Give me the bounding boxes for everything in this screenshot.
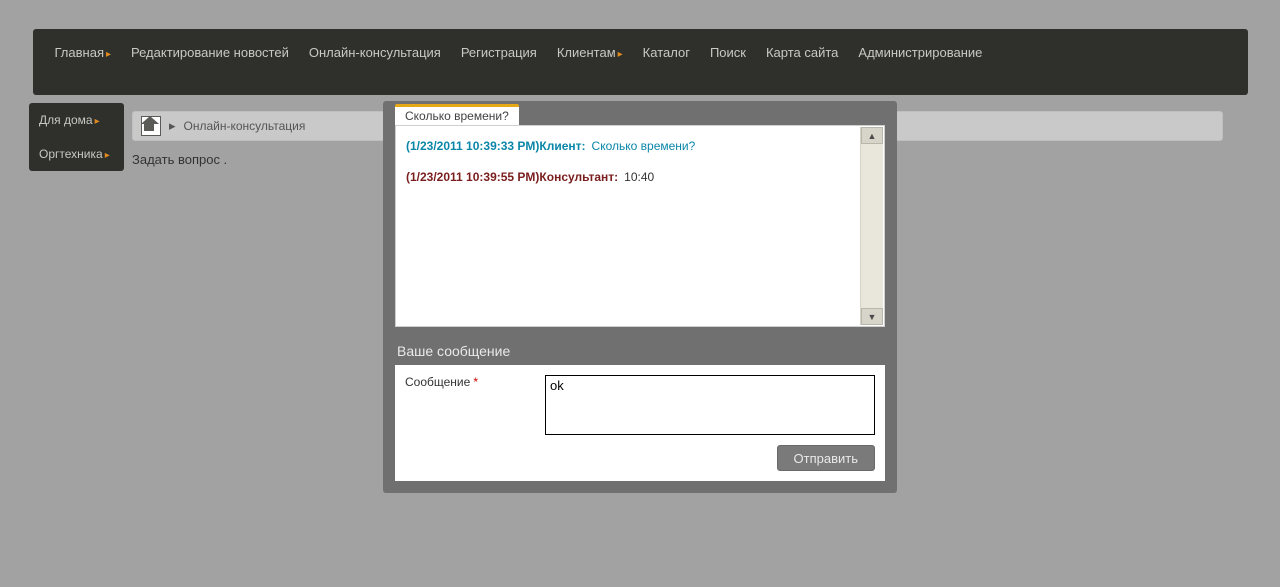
sidebar-item-office-tech[interactable]: Оргтехника▸ xyxy=(29,137,124,171)
sidebar-item-home-goods[interactable]: Для дома▸ xyxy=(29,103,124,137)
nav-edit-news[interactable]: Редактирование новостей xyxy=(121,45,299,60)
message-input[interactable] xyxy=(545,375,875,435)
chevron-right-icon: ▸ xyxy=(169,118,176,134)
message-label: Сообщение* xyxy=(405,375,545,389)
home-icon[interactable] xyxy=(141,116,161,136)
message-text: 10:40 xyxy=(624,170,654,184)
sidebar: Для дома▸ Оргтехника▸ xyxy=(29,103,124,171)
chevron-right-icon: ▸ xyxy=(105,150,110,161)
chat-message: (1/23/2011 10:39:33 PM)Клиент: Сколько вр… xyxy=(406,138,850,155)
message-author: Консультант: xyxy=(539,170,618,184)
required-mark: * xyxy=(473,375,478,389)
message-text: Сколько времени? xyxy=(592,139,696,153)
nav-label: Администрирование xyxy=(858,45,982,60)
chat-history: (1/23/2011 10:39:33 PM)Клиент: Сколько вр… xyxy=(395,125,885,327)
message-author: Клиент: xyxy=(539,139,585,153)
chat-modal: Сколько времени? (1/23/2011 10:39:33 PM)… xyxy=(383,101,897,493)
top-nav: Главная▸ Редактирование новостей Онлайн-… xyxy=(33,29,1248,95)
scrollbar[interactable]: ▲ ▼ xyxy=(860,127,883,325)
nav-label: Поиск xyxy=(710,45,746,60)
sidebar-item-label: Для дома xyxy=(39,113,93,127)
chevron-right-icon: ▸ xyxy=(618,49,623,60)
nav-home[interactable]: Главная▸ xyxy=(45,45,122,60)
sidebar-item-label: Оргтехника xyxy=(39,147,103,161)
nav-clients[interactable]: Клиентам▸ xyxy=(547,45,633,60)
scroll-down-icon[interactable]: ▼ xyxy=(861,308,883,325)
send-button[interactable]: Отправить xyxy=(777,445,875,471)
nav-online-consult[interactable]: Онлайн-консультация xyxy=(299,45,451,60)
message-timestamp: (1/23/2011 10:39:33 PM) xyxy=(406,139,539,153)
nav-catalog[interactable]: Каталог xyxy=(633,45,700,60)
breadcrumb-current: Онлайн-консультация xyxy=(184,119,306,133)
form-section-title: Ваше сообщение xyxy=(397,343,885,359)
nav-admin[interactable]: Администрирование xyxy=(848,45,992,60)
nav-label: Регистрация xyxy=(461,45,537,60)
modal-tab-label: Сколько времени? xyxy=(405,109,509,123)
chevron-right-icon: ▸ xyxy=(95,116,100,127)
nav-label: Карта сайта xyxy=(766,45,838,60)
nav-label: Редактирование новостей xyxy=(131,45,289,60)
scroll-up-icon[interactable]: ▲ xyxy=(861,127,883,144)
nav-label: Каталог xyxy=(643,45,690,60)
message-form: Сообщение* Отправить xyxy=(395,365,885,481)
nav-registration[interactable]: Регистрация xyxy=(451,45,547,60)
chevron-right-icon: ▸ xyxy=(106,49,111,60)
send-button-label: Отправить xyxy=(794,451,858,466)
nav-sitemap[interactable]: Карта сайта xyxy=(756,45,848,60)
nav-label: Клиентам xyxy=(557,45,616,60)
message-timestamp: (1/23/2011 10:39:55 PM) xyxy=(406,170,539,184)
nav-search[interactable]: Поиск xyxy=(700,45,756,60)
ask-question-link[interactable]: Задать вопрос . xyxy=(132,152,227,167)
nav-label: Онлайн-консультация xyxy=(309,45,441,60)
chat-message: (1/23/2011 10:39:55 PM)Консультант: 10:40 xyxy=(406,169,850,186)
nav-label: Главная xyxy=(55,45,104,60)
